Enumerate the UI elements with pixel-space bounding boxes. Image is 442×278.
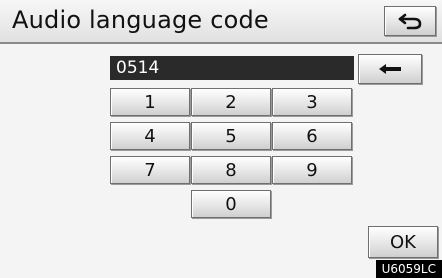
key-0[interactable]: 0: [191, 190, 271, 218]
backspace-button[interactable]: [358, 54, 422, 84]
figure-code: U6059LC: [375, 260, 442, 278]
page-title: Audio language code: [12, 6, 269, 34]
audio-language-screen: Audio language code 0514 1 2 3 4 5 6 7 8…: [0, 0, 442, 278]
key-7[interactable]: 7: [110, 156, 190, 184]
ok-button[interactable]: OK: [368, 226, 438, 258]
key-3[interactable]: 3: [272, 88, 352, 116]
key-6[interactable]: 6: [272, 122, 352, 150]
key-1[interactable]: 1: [110, 88, 190, 116]
key-9[interactable]: 9: [272, 156, 352, 184]
key-8[interactable]: 8: [191, 156, 271, 184]
key-4[interactable]: 4: [110, 122, 190, 150]
back-button[interactable]: [384, 6, 436, 36]
code-display: 0514: [110, 56, 354, 80]
key-5[interactable]: 5: [191, 122, 271, 150]
title-bar: Audio language code: [0, 0, 442, 44]
return-arrow-icon: [398, 13, 422, 30]
key-2[interactable]: 2: [191, 88, 271, 116]
left-arrow-icon: [379, 64, 401, 74]
